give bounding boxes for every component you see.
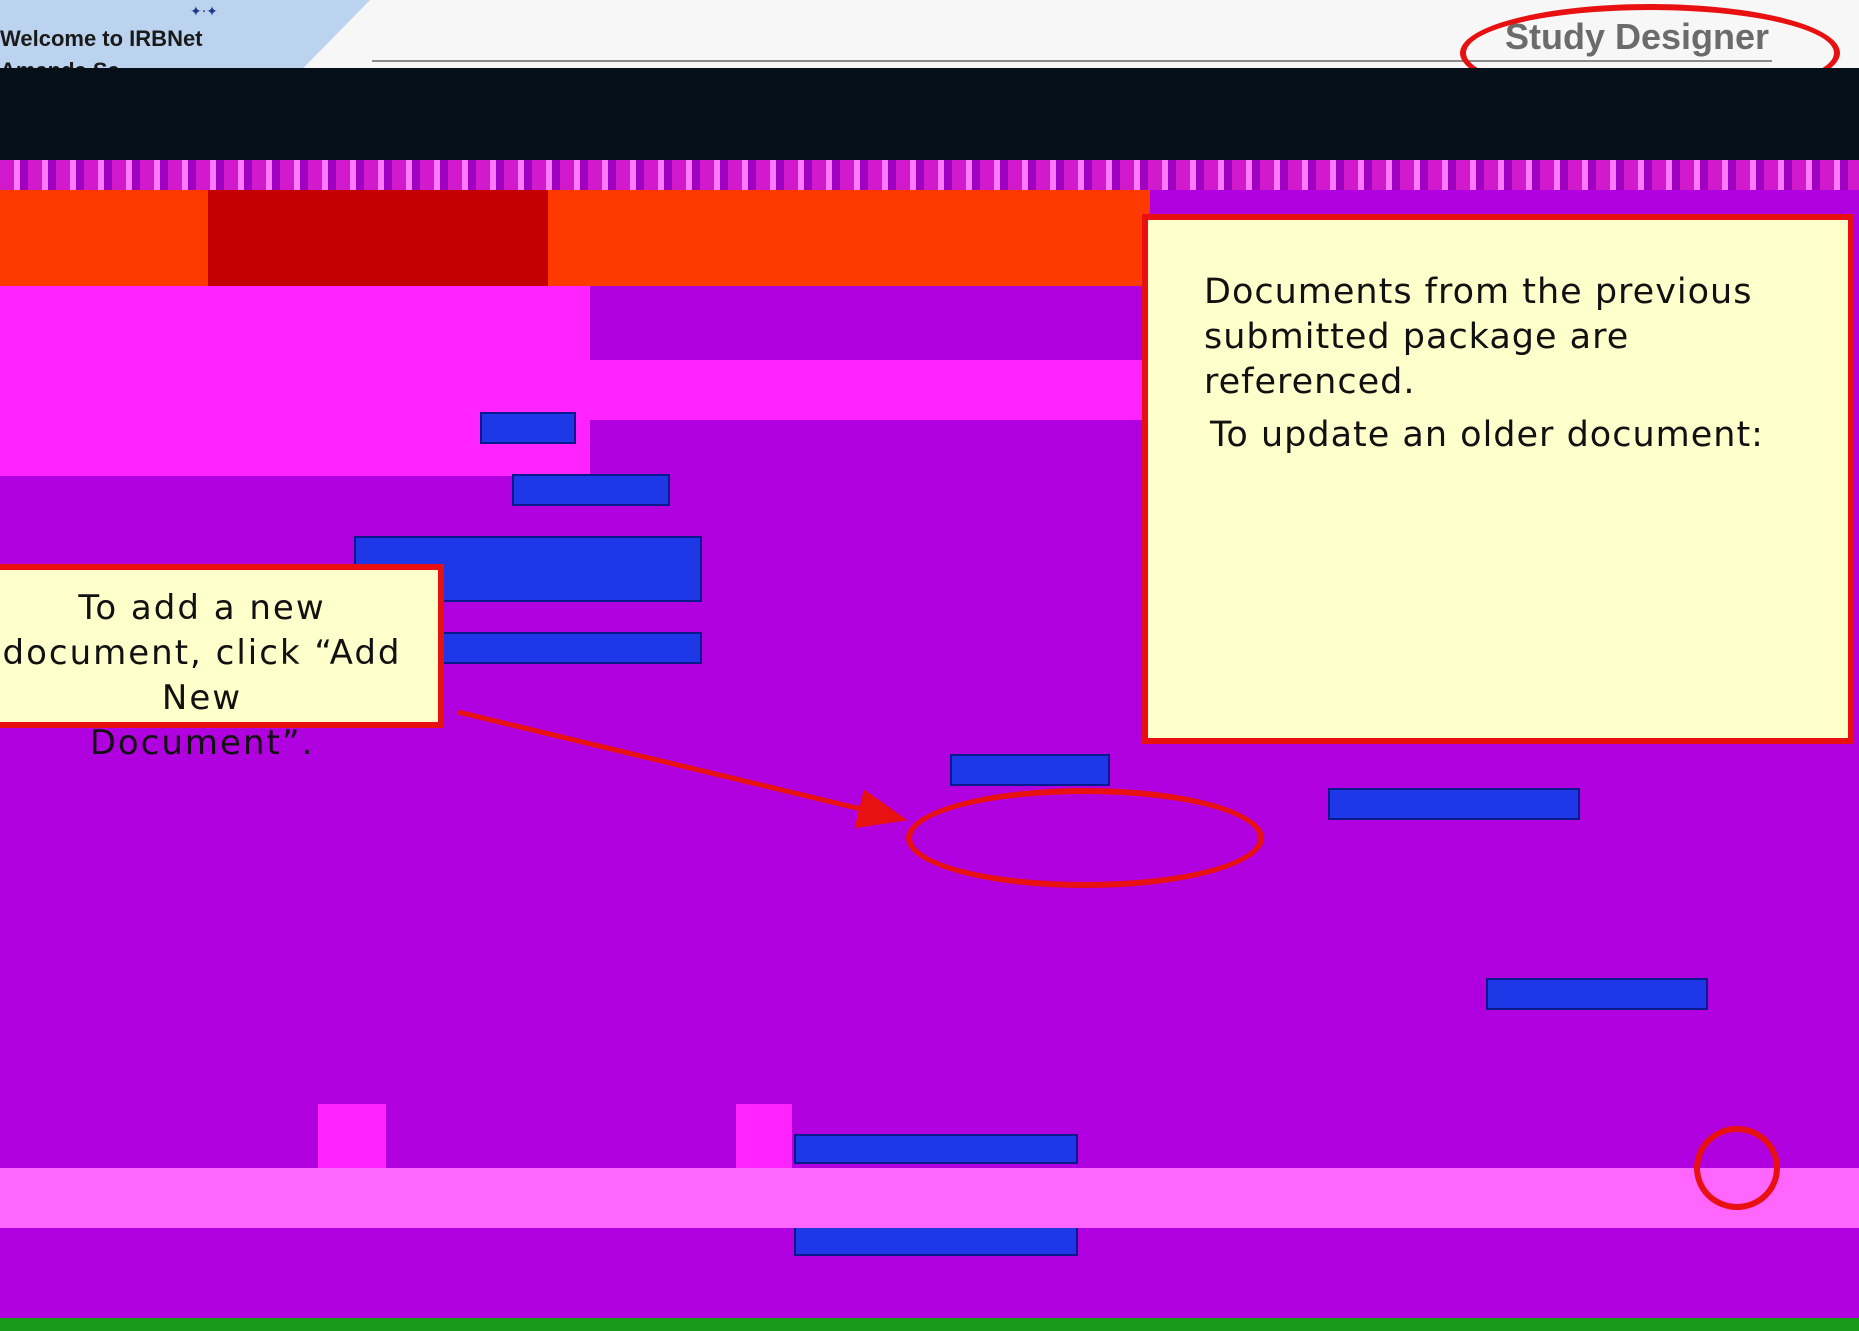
- callout-text-line: Documents from the previous: [1204, 272, 1753, 312]
- navigation-band: [0, 68, 1859, 168]
- navigation-menu[interactable]: [0, 160, 1859, 190]
- document-action-button[interactable]: [1328, 788, 1580, 820]
- tab-bar: [0, 190, 1150, 286]
- document-row-marker: [736, 1104, 792, 1168]
- welcome-panel: ✦·✦ Welcome to IRBNet Amanda Sa: [0, 0, 370, 68]
- footer-strip: [0, 1318, 1859, 1331]
- content-button[interactable]: [480, 412, 576, 444]
- add-document-callout: To add a new document, click “Add New Do…: [0, 564, 444, 763]
- update-step-text: To update an older document:: [1210, 415, 1764, 455]
- callout-text-line: submitted package are: [1204, 317, 1630, 357]
- document-row-highlight: [0, 1168, 1859, 1228]
- sidebar-menu: [0, 286, 590, 476]
- update-icon-highlight: [1694, 1126, 1780, 1210]
- content-header: [590, 360, 1150, 420]
- add-new-document-button[interactable]: [950, 754, 1110, 786]
- document-row-marker: [318, 1104, 386, 1168]
- add-new-document-highlight: [906, 788, 1264, 888]
- documents-callout: Documents from the previous submitted pa…: [1142, 214, 1854, 744]
- content-button[interactable]: [430, 632, 702, 664]
- callout-text-line: document, click “Add New: [2, 633, 402, 718]
- welcome-text: Welcome to IRBNet: [0, 26, 203, 51]
- document-action-button[interactable]: [1486, 978, 1708, 1010]
- callout-text-line: To add a new: [78, 588, 326, 628]
- irbnet-logo-icon: ✦·✦: [190, 4, 218, 20]
- active-tab[interactable]: [208, 190, 548, 286]
- callout-text-line: referenced.: [1204, 362, 1416, 402]
- document-link[interactable]: [794, 1134, 1078, 1164]
- content-button[interactable]: [512, 474, 670, 506]
- callout-text-line: Document”.: [89, 723, 315, 763]
- document-link[interactable]: [794, 1226, 1078, 1256]
